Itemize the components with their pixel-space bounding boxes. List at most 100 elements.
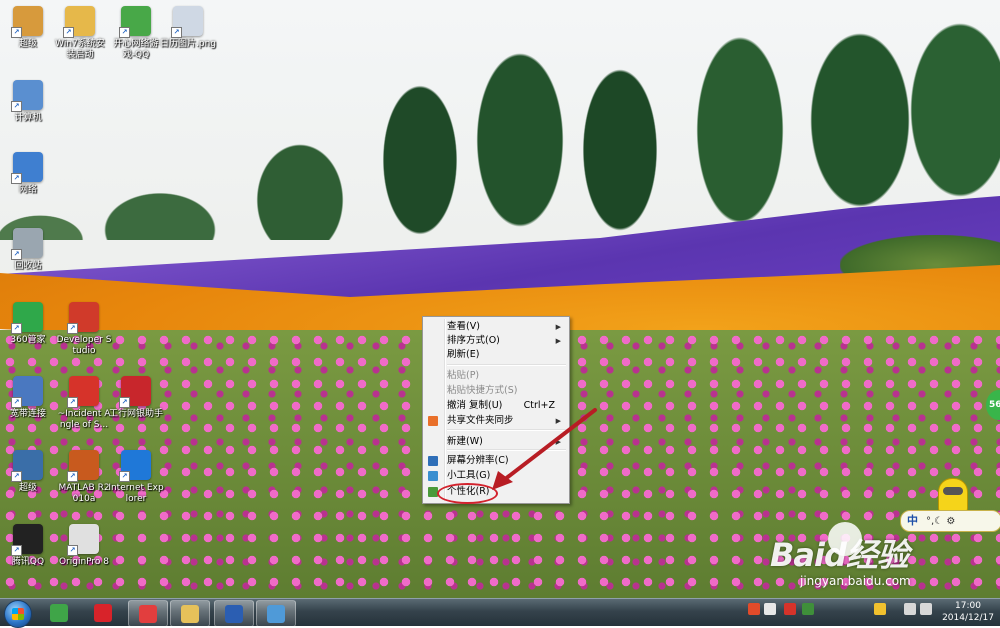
desktop-icon[interactable]: ↗ OriginPro 8 xyxy=(56,524,112,568)
shortcut-arrow-icon: ↗ xyxy=(67,545,78,556)
app-icon: ↗ xyxy=(11,450,43,482)
desktop-icon[interactable]: ↗ 回收站 xyxy=(0,228,56,272)
submenu-arrow-icon: ▶ xyxy=(555,323,561,331)
menu-item[interactable]: 粘贴快捷方式(S) xyxy=(425,384,567,398)
desktop-icon-label: Win7系统安装启动 xyxy=(55,39,105,60)
windows-logo-icon xyxy=(12,608,24,620)
menu-item[interactable]: 粘贴(P) xyxy=(425,369,567,383)
desktop-icon[interactable]: ↗ 腾讯QQ xyxy=(0,524,56,568)
desktop-icon[interactable]: ↗ Developer Studio xyxy=(56,302,112,357)
desktop-icon[interactable]: ↗ 计算机 xyxy=(0,80,56,124)
menu-item-label: 刷新(E) xyxy=(447,349,480,360)
qq-tray-icon[interactable] xyxy=(874,603,886,615)
shortcut-arrow-icon: ↗ xyxy=(67,397,78,408)
battery-icon[interactable] xyxy=(764,603,776,615)
recycle-bin-icon: ↗ xyxy=(11,228,43,260)
flash-icon[interactable] xyxy=(784,603,796,615)
taskbar-button[interactable] xyxy=(40,600,78,625)
desktop-icon[interactable]: ↗ ~Incident Angle of S... xyxy=(56,376,112,431)
ime-symbols[interactable]: °,☾ ⚙ xyxy=(926,516,955,527)
control-panel-icon xyxy=(267,604,285,623)
desktop-icon-label: 超级 xyxy=(18,39,37,49)
desktop-icon-label: 超级 xyxy=(18,483,37,493)
ime-status-bar[interactable]: 中 °,☾ ⚙ xyxy=(900,478,1000,536)
desktop-icon-label: MATLAB R2010a xyxy=(58,483,110,504)
start-button[interactable] xyxy=(4,600,32,628)
thunder-icon[interactable] xyxy=(802,603,814,615)
shortcut-arrow-icon: ↗ xyxy=(119,27,130,38)
desktop-icon[interactable]: ↗ Win7系统安装启动 xyxy=(52,6,108,61)
360-browser-icon xyxy=(50,603,68,622)
shortcut-arrow-icon: ↗ xyxy=(11,545,22,556)
gadgets-icon xyxy=(428,471,438,481)
baidu-logo: Baid经验 xyxy=(770,530,990,576)
shortcut-arrow-icon: ↗ xyxy=(11,101,22,112)
watermark-site: jingyan.baidu.com xyxy=(800,574,911,588)
taskbar-button[interactable] xyxy=(256,600,296,627)
clock-time: 17:00 xyxy=(955,601,981,611)
desktop-icon[interactable]: ↗ 工行网银助手 xyxy=(108,376,164,420)
desktop-icon[interactable]: ↗ 日历图片.png xyxy=(160,6,216,50)
menu-item-label: 查看(V) xyxy=(447,321,480,332)
folder-icon: ↗ xyxy=(63,6,95,38)
desktop-icon-label: 日历图片.png xyxy=(160,39,216,49)
desktop-icon-label: Developer Studio xyxy=(56,335,112,356)
screen-resolution-icon xyxy=(428,456,438,466)
desktop-icon-label: Internet Explorer xyxy=(108,483,164,504)
desktop-icon[interactable]: ↗ MATLAB R2010a xyxy=(56,450,112,505)
ime-toolbar[interactable]: 中 °,☾ ⚙ xyxy=(900,510,1000,532)
shortcut-arrow-icon: ↗ xyxy=(11,27,22,38)
menu-item[interactable]: 查看(V) ▶ xyxy=(425,320,567,334)
desktop-icon[interactable]: ↗ 超级 xyxy=(0,6,56,50)
broadband-icon: ↗ xyxy=(11,376,43,408)
menu-item-label: 粘贴快捷方式(S) xyxy=(447,385,518,396)
network-tray-icon[interactable] xyxy=(904,603,916,615)
desktop-icon-label: OriginPro 8 xyxy=(58,557,110,567)
sync-icon xyxy=(428,416,438,426)
taskbar-button[interactable] xyxy=(128,600,168,627)
desktop-icon-label: 宽带连接 xyxy=(9,409,46,419)
desktop-icon-label: 回收站 xyxy=(14,261,42,271)
google-chrome-icon xyxy=(139,604,157,623)
desktop-icon-label: 网络 xyxy=(18,185,37,195)
windows-explorer-icon xyxy=(181,604,199,623)
shortcut-arrow-icon: ↗ xyxy=(63,27,74,38)
desktop-icon-label: 360管家 xyxy=(10,335,46,345)
menu-item[interactable]: 排序方式(O) ▶ xyxy=(425,334,567,348)
pdf-icon: ↗ xyxy=(67,376,99,408)
taskbar-button[interactable] xyxy=(170,600,210,627)
menu-separator xyxy=(447,364,566,366)
menu-item[interactable]: 刷新(E) xyxy=(425,348,567,362)
shortcut-arrow-icon: ↗ xyxy=(119,397,130,408)
taskbar-button[interactable] xyxy=(84,600,122,625)
qq-game-icon: ↗ xyxy=(119,6,151,38)
network-icon: ↗ xyxy=(11,152,43,184)
menu-item-label: 排序方式(O) xyxy=(447,335,500,346)
desktop-icon[interactable]: ↗ Internet Explorer xyxy=(108,450,164,505)
developer-studio-icon: ↗ xyxy=(67,302,99,334)
desktop-icon-label: 开心网络游戏-QQ xyxy=(113,39,159,60)
desktop-icon-label: 腾讯QQ xyxy=(11,557,45,567)
matlab-icon: ↗ xyxy=(67,450,99,482)
originpro-icon: ↗ xyxy=(67,524,99,556)
ime-mode-label[interactable]: 中 xyxy=(907,514,918,527)
desktop-icon[interactable]: ↗ 超级 xyxy=(0,450,56,494)
desktop-icon-label: 工行网银助手 xyxy=(108,409,163,419)
volume-icon[interactable] xyxy=(920,603,932,615)
desktop-icon[interactable]: ↗ 开心网络游戏-QQ xyxy=(108,6,164,61)
shortcut-arrow-icon: ↗ xyxy=(67,471,78,482)
sogou-icon[interactable] xyxy=(748,603,760,615)
clock-date: 2014/12/17 xyxy=(942,613,994,623)
desktop-icon-label: 计算机 xyxy=(14,113,42,123)
menu-item-label: 粘贴(P) xyxy=(447,370,480,381)
shortcut-arrow-icon: ↗ xyxy=(11,323,22,334)
desktop-icon[interactable]: ↗ 宽带连接 xyxy=(0,376,56,420)
taskbar-button[interactable] xyxy=(214,600,254,627)
annotation-arrow xyxy=(492,408,597,490)
system-clock[interactable]: 17:00 2014/12/17 xyxy=(940,600,996,624)
desktop-icon[interactable]: ↗ 网络 xyxy=(0,152,56,196)
desktop-icon[interactable]: ↗ 360管家 xyxy=(0,302,56,346)
shortcut-arrow-icon: ↗ xyxy=(11,471,22,482)
computer-icon: ↗ xyxy=(11,80,43,112)
baidu-paw-icon xyxy=(828,522,862,556)
